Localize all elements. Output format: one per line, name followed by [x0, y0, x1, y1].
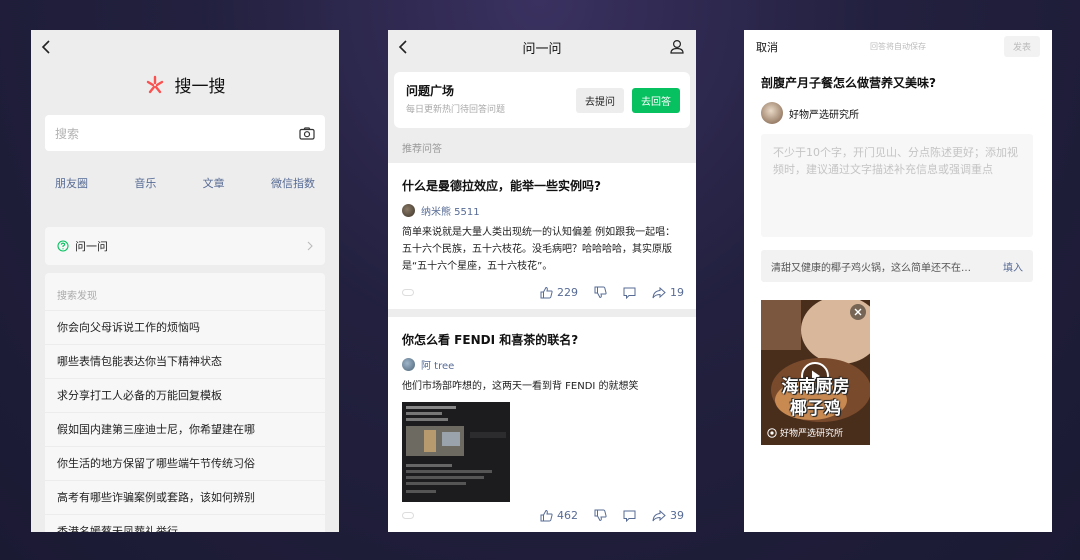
thumbs-down-icon[interactable]	[594, 286, 607, 299]
qa-answer-text[interactable]: 他们市场部咋想的，这两天一看到背 FENDI 的就想笑	[402, 378, 682, 395]
user-icon[interactable]	[670, 39, 684, 54]
search-logo: 搜一搜	[31, 72, 339, 97]
share-count: 19	[670, 286, 684, 299]
share-count: 39	[670, 509, 684, 522]
question-plaza-card[interactable]: 问题广场 每日更新热门待回答问题 去提问 去回答	[394, 72, 690, 128]
sou-yi-sou-logo-icon	[145, 75, 165, 95]
reaction-dot-icon	[402, 512, 414, 519]
answer-placeholder: 不少于10个字，开门见山、分点陈述更好；添加视频时，建议通过文字描述补充信息或强…	[773, 146, 1018, 176]
ask-entry-label: 问一问	[75, 240, 108, 253]
like-count: 462	[557, 509, 578, 522]
discover-header: 搜索发现	[57, 291, 97, 302]
publish-button[interactable]: 发表	[1003, 36, 1040, 57]
qa-author[interactable]: 纳米熊 5511	[402, 203, 682, 218]
category-music[interactable]: 音乐	[134, 175, 156, 191]
share-arrow-icon	[652, 286, 666, 299]
discover-item[interactable]: 你会向父母诉说工作的烦恼吗	[45, 310, 325, 344]
category-moments[interactable]: 朋友圈	[55, 175, 88, 191]
qa-stats: 229 19	[402, 286, 684, 299]
discover-item[interactable]: 香港名媛蔡天凤葬礼举行	[45, 514, 325, 532]
share-button[interactable]: 39	[652, 509, 684, 522]
search-placeholder: 搜索	[55, 126, 80, 141]
reaction-dot-icon	[402, 289, 414, 296]
recommended-section-label: 推荐问答	[402, 144, 442, 155]
search-title: 搜一搜	[174, 77, 226, 97]
answer-screenshot-image[interactable]	[402, 402, 510, 502]
like-count: 229	[557, 286, 578, 299]
discover-item[interactable]: 高考有哪些诈骗案例或套路，该如何辨别	[45, 480, 325, 514]
answer-author: 好物严选研究所	[761, 102, 859, 124]
author-name: 阿 tree	[421, 361, 455, 372]
video-title-line-1: 海南厨房	[781, 377, 850, 397]
qa-card[interactable]: 你怎么看 FENDI 和喜茶的联名? 阿 tree 他们市场部咋想的，这两天一看…	[388, 317, 696, 532]
qa-answer-text[interactable]: 简单来说就是大量人类出现统一的认知偏差 例如跟我一起唱：五十六个民族，五十六枝花…	[402, 224, 682, 275]
share-button[interactable]: 19	[652, 286, 684, 299]
comment-icon[interactable]	[623, 510, 636, 522]
category-wechat-index[interactable]: 微信指数	[271, 175, 315, 191]
ask-panel: 问一问 问题广场 每日更新热门待回答问题 去提问 去回答 推荐问答 什么是曼德拉…	[388, 30, 696, 532]
suggestion-text: 清甜又健康的椰子鸡火锅，这么简单还不在…	[771, 262, 971, 274]
thumbs-up-icon	[540, 509, 553, 522]
discover-item[interactable]: 求分享打工人必备的万能回复模板	[45, 378, 325, 412]
qa-question[interactable]: 什么是曼德拉效应，能举一些实例吗?	[402, 177, 682, 194]
like-button[interactable]: 229	[540, 286, 578, 299]
camera-icon[interactable]	[299, 126, 315, 140]
qa-question[interactable]: 你怎么看 FENDI 和喜茶的联名?	[402, 331, 682, 348]
go-answer-button[interactable]: 去回答	[632, 88, 680, 113]
discover-item[interactable]: 假如国内建第三座迪士尼，你希望建在哪	[45, 412, 325, 446]
avatar	[402, 358, 415, 371]
search-panel: 搜一搜 搜索 朋友圈 音乐 文章 微信指数 问一问 搜索发现 你会向父母诉说工作…	[31, 30, 339, 532]
qa-author[interactable]: 阿 tree	[402, 357, 682, 372]
attached-video-thumbnail[interactable]: 海南厨房 椰子鸡 好物严选研究所	[761, 300, 870, 445]
answer-panel: 取消 回答将自动保存 发表 剖腹产月子餐怎么做营养又美味? 好物严选研究所 不少…	[744, 30, 1052, 532]
ask-entry[interactable]: 问一问	[45, 227, 325, 265]
chevron-right-icon	[307, 241, 313, 251]
author-name: 纳米熊 5511	[421, 207, 480, 218]
answer-question-title: 剖腹产月子餐怎么做营养又美味?	[761, 76, 936, 90]
qa-card[interactable]: 什么是曼德拉效应，能举一些实例吗? 纳米熊 5511 简单来说就是大量人类出现统…	[388, 163, 696, 309]
ask-nav-bar: 问一问	[388, 30, 696, 64]
ask-title: 问一问	[522, 41, 562, 57]
go-ask-button[interactable]: 去提问	[576, 88, 624, 113]
search-categories: 朋友圈 音乐 文章 微信指数	[45, 175, 325, 191]
avatar	[402, 204, 415, 217]
suggestion-bar[interactable]: 清甜又健康的椰子鸡火锅，这么简单还不在… 填入	[761, 250, 1033, 282]
comment-icon[interactable]	[623, 287, 636, 299]
thumbs-up-icon	[540, 286, 553, 299]
share-arrow-icon	[652, 509, 666, 522]
answer-textarea[interactable]: 不少于10个字，开门见山、分点陈述更好；添加视频时，建议通过文字描述补充信息或强…	[761, 134, 1033, 237]
back-arrow-icon[interactable]	[41, 39, 51, 55]
video-source: 好物严选研究所	[767, 426, 843, 439]
question-circle-icon	[57, 240, 69, 252]
category-articles[interactable]: 文章	[203, 175, 225, 191]
video-title-line-2: 椰子鸡	[790, 399, 841, 419]
back-arrow-icon[interactable]	[398, 39, 408, 55]
like-button[interactable]: 462	[540, 509, 578, 522]
video-source-icon	[767, 427, 777, 438]
discover-item[interactable]: 哪些表情包能表达你当下精神状态	[45, 344, 325, 378]
thumbs-down-icon[interactable]	[594, 509, 607, 522]
search-discover: 搜索发现 你会向父母诉说工作的烦恼吗 哪些表情包能表达你当下精神状态 求分享打工…	[45, 273, 325, 532]
answer-nav-bar: 取消 回答将自动保存 发表	[744, 30, 1052, 62]
author-name: 好物严选研究所	[789, 109, 859, 121]
video-source-name: 好物严选研究所	[780, 429, 844, 439]
avatar	[761, 102, 783, 124]
fill-in-button[interactable]: 填入	[1003, 259, 1023, 274]
close-icon[interactable]	[850, 304, 866, 320]
search-input[interactable]: 搜索	[45, 115, 325, 151]
qa-stats: 462 39	[402, 509, 684, 522]
discover-item[interactable]: 你生活的地方保留了哪些端午节传统习俗	[45, 446, 325, 480]
search-nav-bar	[31, 30, 339, 64]
